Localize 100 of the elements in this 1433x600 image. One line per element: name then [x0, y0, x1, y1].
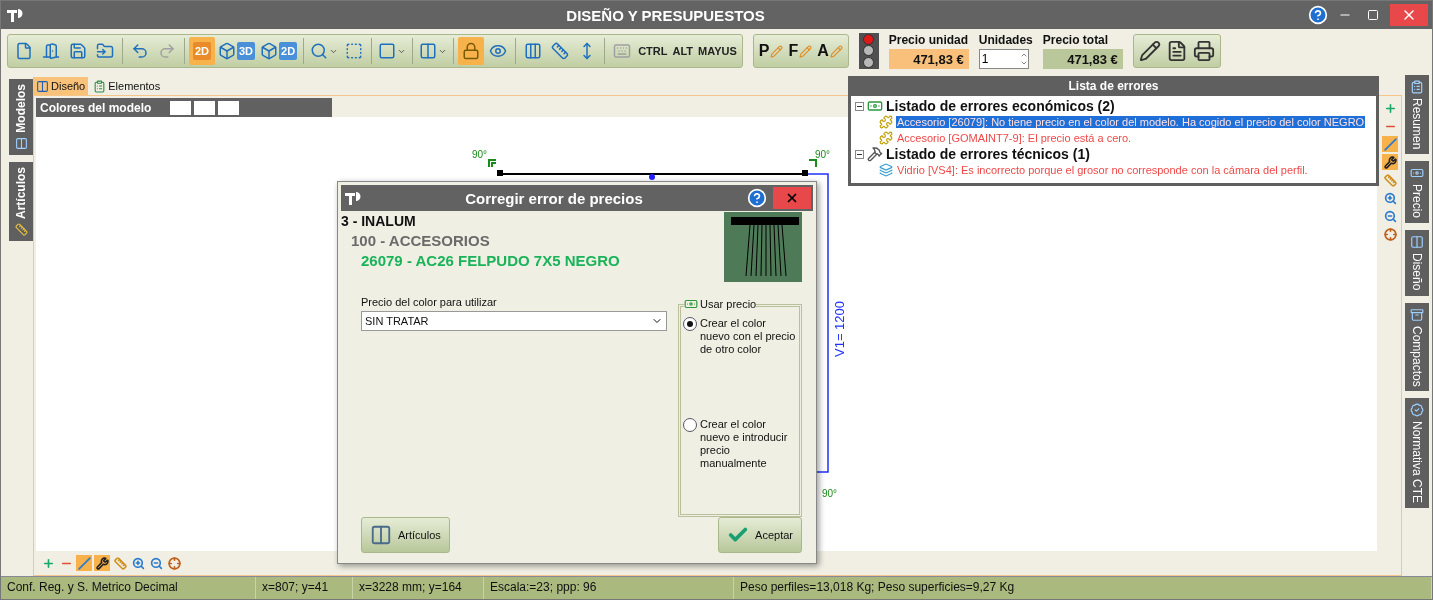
color-swatch[interactable]: [218, 100, 240, 115]
expander-icon[interactable]: [855, 149, 864, 159]
tool-button[interactable]: [148, 555, 164, 571]
app-logo-icon: [5, 6, 23, 24]
tool-button[interactable]: [130, 555, 146, 571]
plus-icon: [41, 556, 55, 570]
help-icon[interactable]: [1308, 5, 1328, 25]
status-cell: x=807; y=41: [256, 577, 353, 599]
zoom-in-icon: [131, 556, 145, 570]
maximize-icon: [1367, 9, 1379, 21]
radio-label: Crear el color nuevo e introducir precio manualmente: [700, 418, 789, 470]
radio-button[interactable]: [683, 317, 697, 331]
redo-icon: [158, 42, 176, 60]
tool-button[interactable]: [1382, 154, 1398, 170]
units-spinner[interactable]: 1: [978, 49, 1029, 69]
status-cell: x=3228 mm; y=164: [353, 577, 484, 599]
selection-icon: [345, 42, 364, 60]
wrench-icon: [1383, 155, 1397, 169]
tool-button[interactable]: [1382, 208, 1398, 224]
print-icon: [1192, 40, 1215, 62]
ruler-icon: [14, 222, 28, 236]
color-swatch[interactable]: [170, 100, 192, 115]
view-tab[interactable]: Diseño: [33, 77, 89, 95]
error-item[interactable]: Accesorio [GOMAINT7-9]: El precio está a cero.: [896, 132, 1133, 144]
key-toggle[interactable]: MAYUS: [696, 37, 739, 65]
side-tab[interactable]: Modelos: [9, 79, 33, 155]
side-tab[interactable]: Normativa CTE: [1405, 398, 1429, 509]
close-button[interactable]: [773, 187, 811, 209]
pencil-icon: [799, 44, 813, 58]
view-tab[interactable]: Elementos: [90, 77, 164, 95]
radio-label: Crear el color nuevo con el precio de otro color: [700, 317, 797, 356]
panel-icon: [14, 136, 28, 150]
layers-icon: [879, 163, 893, 177]
expander-icon[interactable]: [855, 101, 864, 111]
lock-icon: [462, 42, 481, 60]
tool-button[interactable]: [94, 555, 110, 571]
puzzle-icon: [879, 131, 893, 145]
total-price-label: Precio total: [1042, 33, 1110, 47]
cube-icon: [260, 42, 279, 60]
search-icon: [310, 42, 329, 60]
side-tab[interactable]: Resumen: [1405, 75, 1429, 155]
report-button[interactable]: A: [815, 37, 845, 65]
panel-icon: [36, 79, 49, 93]
error-list-title: Lista de errores: [1067, 78, 1160, 95]
status-cell: Escala:=23; ppp: 96: [484, 577, 734, 599]
app-logo-icon: [343, 189, 361, 207]
key-toggle[interactable]: CTRL: [636, 37, 670, 65]
dimension-label: V1= 1200: [832, 300, 847, 357]
side-tab[interactable]: Diseño: [1405, 230, 1429, 296]
puzzle-icon: [879, 115, 893, 129]
side-tab[interactable]: Artículos: [9, 161, 33, 241]
tool-button[interactable]: [1382, 190, 1398, 206]
clipboard-icon: [1410, 80, 1424, 94]
pencil-icon: [829, 44, 843, 58]
close-icon: [785, 191, 799, 205]
color-swatch[interactable]: [194, 100, 216, 115]
zoom-in-icon: [1383, 191, 1397, 205]
cube-icon: [218, 42, 236, 60]
ruler-icon: [551, 42, 570, 60]
hierarchy-label: 26079 - AC26 FELPUDO 7X5 NEGRO: [360, 251, 621, 271]
crosshair-icon: [167, 556, 181, 570]
error-item[interactable]: Vidrio [VS4]: Es incorrecto porque el grosor no corresponde con la cámara del perfil.: [896, 164, 1309, 176]
folder-icon: [96, 42, 114, 60]
radio-button[interactable]: [683, 418, 697, 432]
eye-icon: [489, 42, 508, 60]
unit-price-value: 471,83 €: [888, 49, 969, 69]
angle-label: 90°: [472, 149, 488, 160]
zoom-out-icon: [1383, 209, 1397, 223]
units-label: Unidades: [978, 33, 1033, 47]
report-button[interactable]: P: [756, 37, 786, 65]
money-icon: [684, 297, 698, 311]
door-icon: [42, 42, 60, 60]
error-group-label[interactable]: Listado de errores técnicos (1): [886, 146, 1090, 162]
badge-icon: [1410, 403, 1424, 418]
panel-icon: [419, 42, 438, 60]
accept-button[interactable]: Aceptar: [718, 517, 802, 553]
help-icon[interactable]: [747, 188, 767, 208]
side-tab[interactable]: Compactos: [1405, 302, 1429, 392]
crosshair-icon: [1383, 227, 1397, 241]
plus-icon: [1383, 101, 1397, 115]
articles-button[interactable]: Artículos: [361, 517, 450, 553]
pencil-icon: [1138, 40, 1161, 62]
error-group-label[interactable]: Listado de errores económicos (2): [886, 98, 1115, 114]
key-toggle[interactable]: ALT: [670, 37, 696, 65]
slash-icon: [77, 556, 91, 570]
model-colors-title: Colores del modelo: [40, 100, 152, 115]
angle-label: 90°: [815, 149, 831, 160]
angle-label: 90°: [822, 488, 838, 499]
report-button[interactable]: F: [786, 37, 815, 65]
money-icon: [867, 98, 883, 114]
dialog-title: Corregir error de precios: [464, 189, 644, 207]
wrench-icon: [95, 556, 109, 570]
status-cell: Conf. Reg. y S. Metrico Decimal: [1, 577, 256, 599]
side-tab[interactable]: Precio: [1405, 161, 1429, 224]
lock-button[interactable]: [458, 37, 485, 65]
price-color-select[interactable]: SIN TRATAR: [361, 311, 667, 331]
pencil-icon: [770, 44, 784, 58]
error-item[interactable]: Accesorio [26079]: No tiene precio en el color del modelo. Ha cogido el precio del color NEGRO: [896, 116, 1366, 128]
hierarchy-label: 3 - INALUM: [341, 212, 417, 231]
hierarchy-label: 100 - ACCESORIOS: [350, 231, 491, 251]
